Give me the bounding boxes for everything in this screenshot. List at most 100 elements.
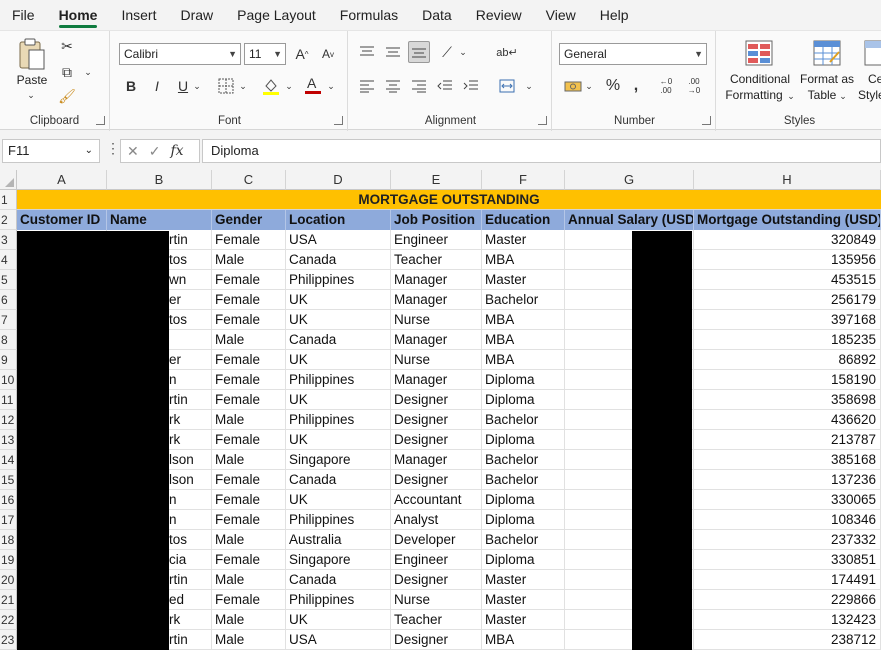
font-name-combo[interactable]: Calibri ▼ xyxy=(119,43,241,65)
table-cell[interactable]: Nurse xyxy=(391,350,482,370)
middle-align-icon[interactable] xyxy=(382,41,404,63)
table-cell[interactable]: Bachelor xyxy=(482,530,565,550)
table-cell[interactable]: Developer xyxy=(391,530,482,550)
table-cell[interactable]: Nurse xyxy=(391,590,482,610)
row-header[interactable]: 9 xyxy=(0,350,17,370)
table-cell[interactable]: Female xyxy=(212,590,286,610)
table-cell[interactable]: UK xyxy=(286,490,391,510)
table-cell[interactable]: Designer xyxy=(391,630,482,650)
table-cell[interactable]: Male xyxy=(212,250,286,270)
table-cell[interactable]: 256179 xyxy=(694,290,881,310)
chevron-down-icon[interactable]: ⌄ xyxy=(786,89,796,103)
table-cell[interactable]: 330851 xyxy=(694,550,881,570)
header-cell[interactable]: Location xyxy=(286,210,391,230)
copy-icon[interactable]: ⧉ xyxy=(58,63,76,81)
table-cell[interactable]: Female xyxy=(212,350,286,370)
table-cell[interactable]: Master xyxy=(482,590,565,610)
table-cell[interactable]: Bachelor xyxy=(482,290,565,310)
header-cell[interactable]: Job Position xyxy=(391,210,482,230)
formula-input[interactable]: Diploma xyxy=(202,139,881,163)
row-header[interactable]: 20 xyxy=(0,570,17,590)
table-cell[interactable]: Canada xyxy=(286,470,391,490)
table-cell[interactable]: MBA xyxy=(482,630,565,650)
table-cell[interactable]: Manager xyxy=(391,290,482,310)
row-header[interactable]: 15 xyxy=(0,470,17,490)
menu-view[interactable]: View xyxy=(534,0,588,30)
table-cell[interactable]: Bachelor xyxy=(482,470,565,490)
row-header[interactable]: 16 xyxy=(0,490,17,510)
name-box[interactable]: F11 ⌄ xyxy=(2,139,100,163)
table-cell[interactable]: Designer xyxy=(391,410,482,430)
table-cell[interactable]: Female xyxy=(212,470,286,490)
menu-page-layout[interactable]: Page Layout xyxy=(225,0,328,30)
table-cell[interactable]: 158190 xyxy=(694,370,881,390)
table-cell[interactable]: Nurse xyxy=(391,310,482,330)
table-cell[interactable]: 238712 xyxy=(694,630,881,650)
table-cell[interactable]: Philippines xyxy=(286,370,391,390)
row-header[interactable]: 1 xyxy=(0,190,17,210)
table-cell[interactable]: Diploma xyxy=(482,510,565,530)
table-cell[interactable]: Philippines xyxy=(286,410,391,430)
italic-icon[interactable]: I xyxy=(148,75,166,97)
align-right-icon[interactable] xyxy=(408,75,430,97)
row-header[interactable]: 7 xyxy=(0,310,17,330)
header-cell[interactable]: Name xyxy=(107,210,212,230)
orientation-icon[interactable]: ⟋ xyxy=(436,41,458,63)
format-painter-icon[interactable]: 🖌 xyxy=(58,87,76,105)
table-cell[interactable]: Teacher xyxy=(391,250,482,270)
accounting-format-icon[interactable] xyxy=(562,75,584,97)
table-cell[interactable]: 229866 xyxy=(694,590,881,610)
chevron-down-icon[interactable]: ⌄ xyxy=(458,45,468,59)
table-cell[interactable]: Engineer xyxy=(391,230,482,250)
table-cell[interactable]: Canada xyxy=(286,250,391,270)
menu-help[interactable]: Help xyxy=(588,0,641,30)
table-cell[interactable]: Male xyxy=(212,410,286,430)
cancel-icon[interactable]: ✕ xyxy=(127,143,139,160)
table-cell[interactable]: Female xyxy=(212,290,286,310)
table-cell[interactable]: Teacher xyxy=(391,610,482,630)
more-options-icon[interactable]: ⋮ xyxy=(106,140,120,157)
table-cell[interactable]: Master xyxy=(482,570,565,590)
table-cell[interactable]: Bachelor xyxy=(482,410,565,430)
row-header[interactable]: 23 xyxy=(0,630,17,650)
table-cell[interactable]: Canada xyxy=(286,330,391,350)
header-cell[interactable]: Education xyxy=(482,210,565,230)
select-all-corner[interactable] xyxy=(0,170,17,190)
table-cell[interactable]: Designer xyxy=(391,570,482,590)
table-cell[interactable]: 330065 xyxy=(694,490,881,510)
column-header-f[interactable]: F xyxy=(482,170,565,190)
format-as-table-line2[interactable]: Table xyxy=(804,88,840,103)
table-cell[interactable]: Master xyxy=(482,270,565,290)
row-header[interactable]: 5 xyxy=(0,270,17,290)
increase-indent-icon[interactable] xyxy=(460,75,482,97)
row-header[interactable]: 3 xyxy=(0,230,17,250)
row-header[interactable]: 22 xyxy=(0,610,17,630)
row-header[interactable]: 4 xyxy=(0,250,17,270)
header-cell[interactable]: Annual Salary (USD) xyxy=(565,210,694,230)
table-cell[interactable]: USA xyxy=(286,630,391,650)
column-header-g[interactable]: G xyxy=(565,170,694,190)
menu-draw[interactable]: Draw xyxy=(168,0,225,30)
dialog-launcher-icon[interactable] xyxy=(334,116,343,125)
percent-icon[interactable]: % xyxy=(602,75,624,97)
chevron-down-icon[interactable]: ⌄ xyxy=(524,79,534,93)
header-cell[interactable]: Mortgage Outstanding (USD) xyxy=(694,210,881,230)
align-center-icon[interactable] xyxy=(382,75,404,97)
underline-icon[interactable]: U xyxy=(174,75,192,97)
table-cell[interactable]: 108346 xyxy=(694,510,881,530)
row-header[interactable]: 6 xyxy=(0,290,17,310)
row-header[interactable]: 12 xyxy=(0,410,17,430)
decrease-decimal-icon[interactable]: .00 →0 xyxy=(682,75,706,97)
table-cell[interactable]: 132423 xyxy=(694,610,881,630)
table-cell[interactable]: UK xyxy=(286,390,391,410)
enter-icon[interactable]: ✓ xyxy=(149,143,161,160)
dialog-launcher-icon[interactable] xyxy=(96,116,105,125)
table-cell[interactable]: UK xyxy=(286,430,391,450)
font-color-icon[interactable]: A xyxy=(302,73,324,97)
table-cell[interactable]: Male xyxy=(212,610,286,630)
table-cell[interactable]: Accountant xyxy=(391,490,482,510)
table-cell[interactable]: Canada xyxy=(286,570,391,590)
table-cell[interactable]: Female xyxy=(212,430,286,450)
table-cell[interactable]: Male xyxy=(212,570,286,590)
conditional-formatting-icon[interactable] xyxy=(744,39,774,67)
